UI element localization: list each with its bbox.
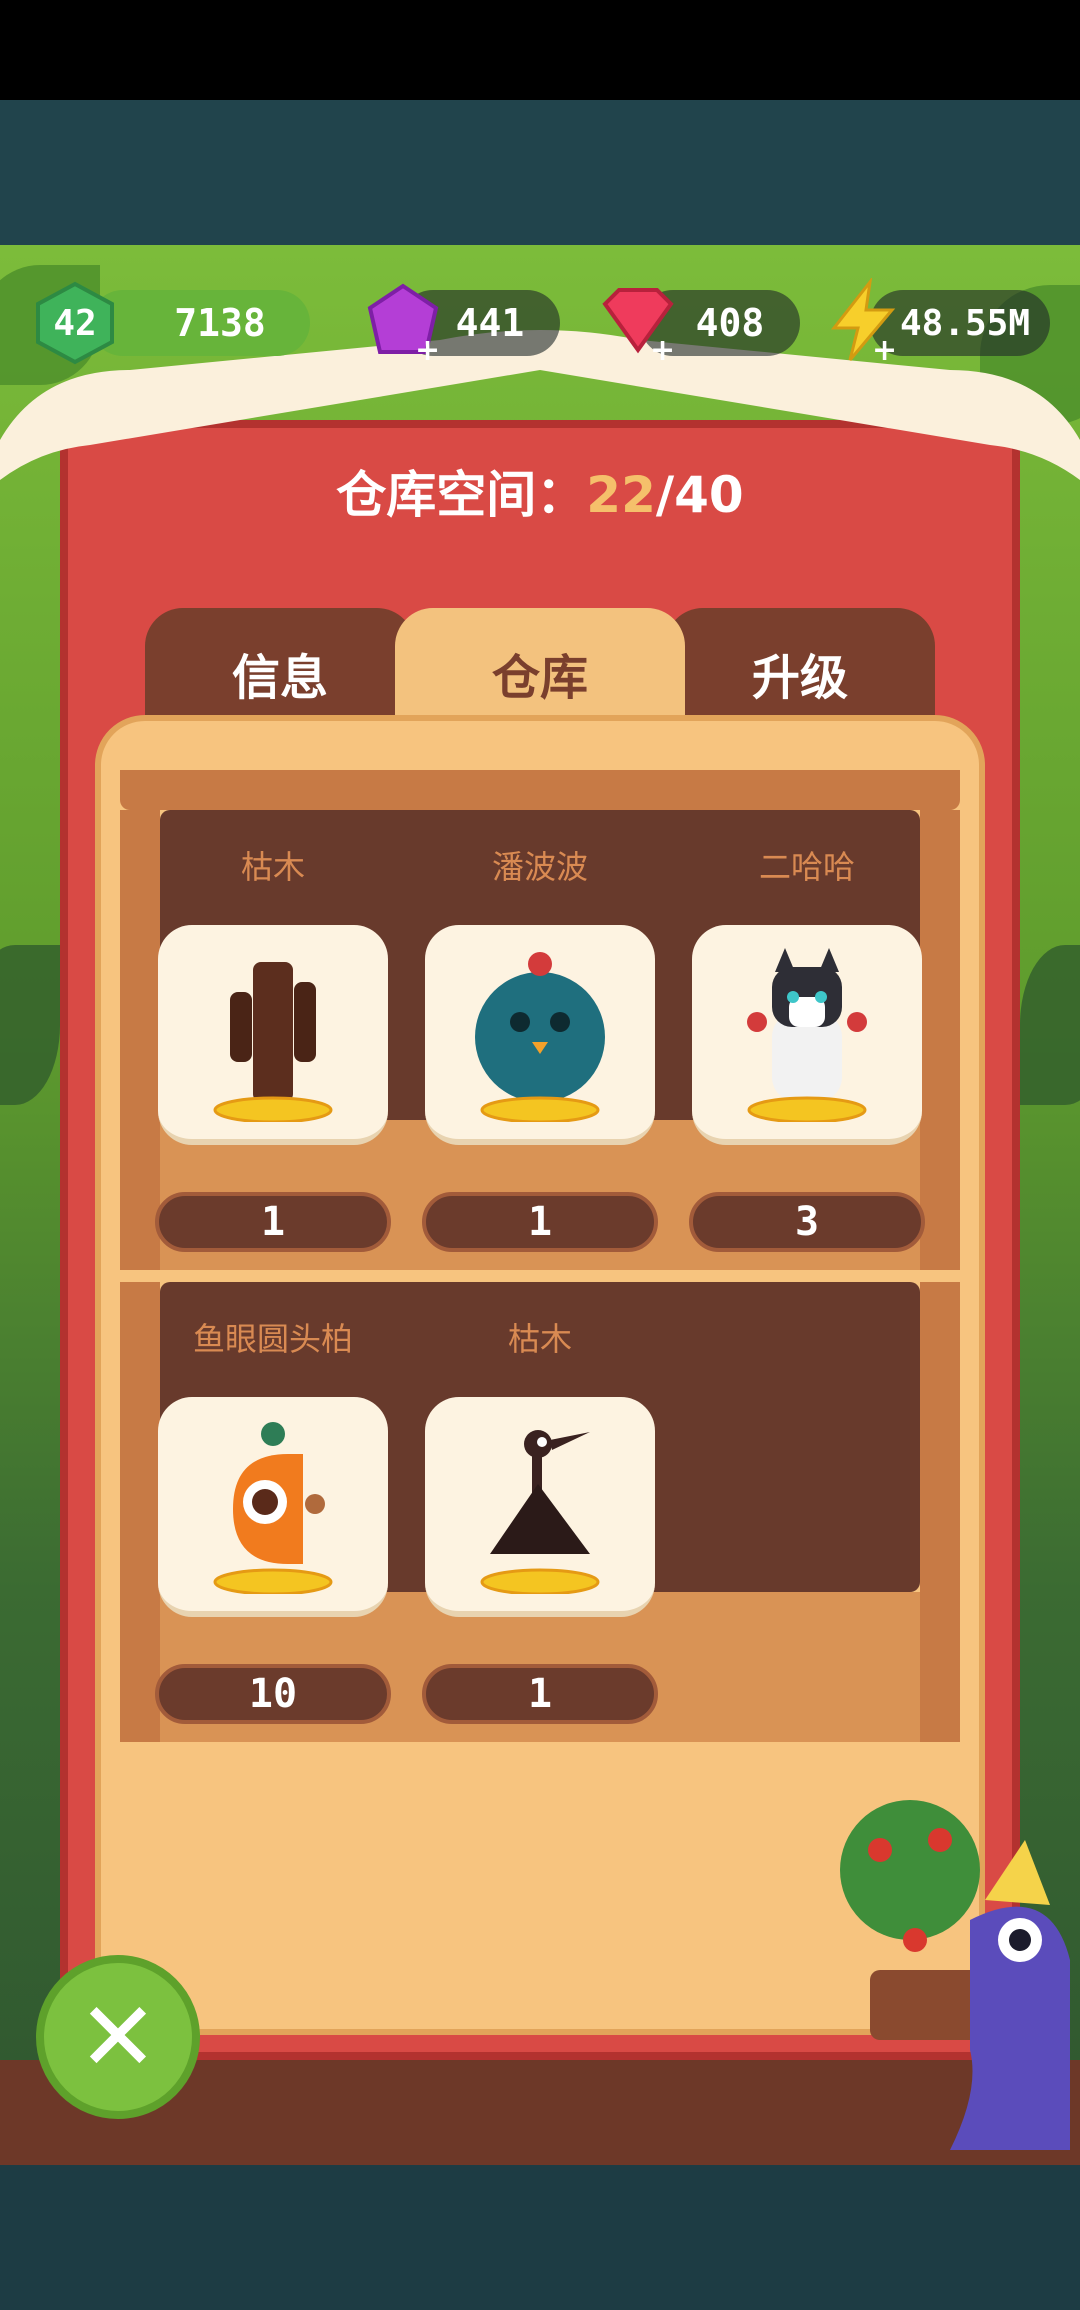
level-badge-icon: 42 xyxy=(32,280,118,366)
tab-upgrade-label: 升级 xyxy=(751,650,848,706)
purple-gem-value: 441 xyxy=(455,301,525,345)
storage-capacity: 仓库空间：22/40 xyxy=(0,455,1080,527)
tab-info-label: 信息 xyxy=(231,650,328,706)
svg-text:+: + xyxy=(650,333,675,366)
item-count: 1 xyxy=(422,1664,658,1724)
energy-value: 48.55M xyxy=(899,302,1031,344)
shelf-top-edge xyxy=(120,770,960,810)
teal-bird-icon xyxy=(475,952,605,1122)
status-bar xyxy=(0,0,1080,100)
item-count: 1 xyxy=(155,1192,391,1252)
red-gem-value: 408 xyxy=(695,301,765,345)
item-count: 1 xyxy=(422,1192,658,1252)
storage-label: 仓库空间： xyxy=(336,466,587,524)
bottom-background xyxy=(0,2165,1080,2310)
storage-total: /40 xyxy=(655,466,744,524)
close-button[interactable]: ✕ xyxy=(36,1955,200,2119)
item-card[interactable] xyxy=(158,925,388,1145)
husky-icon xyxy=(747,948,867,1122)
tab-storage-label: 仓库 xyxy=(491,650,588,706)
item-card[interactable] xyxy=(425,1397,655,1617)
level-value: 42 xyxy=(53,302,97,344)
item-card[interactable] xyxy=(425,925,655,1145)
svg-text:+: + xyxy=(415,333,440,366)
close-icon: ✕ xyxy=(77,1981,159,2093)
item-card[interactable] xyxy=(692,925,922,1145)
item-count: 10 xyxy=(155,1664,391,1724)
svg-text:+: + xyxy=(872,333,897,364)
xp-value: 7138 xyxy=(174,301,266,345)
item-name: 二哈哈 xyxy=(758,848,855,886)
item-name: 鱼眼圆头柏 xyxy=(192,1320,353,1358)
item-name: 枯木 xyxy=(240,848,305,886)
top-background xyxy=(0,100,1080,245)
shelf-frame xyxy=(920,1282,960,1742)
lightning-icon[interactable]: + xyxy=(820,278,906,364)
dark-bird-icon xyxy=(480,1430,600,1594)
mascot-dinosaur-with-plant xyxy=(820,1790,1080,2170)
storage-used: 22 xyxy=(586,466,656,524)
item-card[interactable] xyxy=(158,1397,388,1617)
cactus-creature-icon xyxy=(213,962,333,1122)
orange-fish-icon xyxy=(213,1422,333,1594)
red-gem-icon[interactable]: + xyxy=(595,280,681,366)
xp-pill: 7138 xyxy=(90,290,310,356)
purple-gem-icon[interactable]: + xyxy=(360,280,446,366)
item-name: 潘波波 xyxy=(491,848,588,886)
item-name: 枯木 xyxy=(507,1320,572,1358)
item-count: 3 xyxy=(689,1192,925,1252)
